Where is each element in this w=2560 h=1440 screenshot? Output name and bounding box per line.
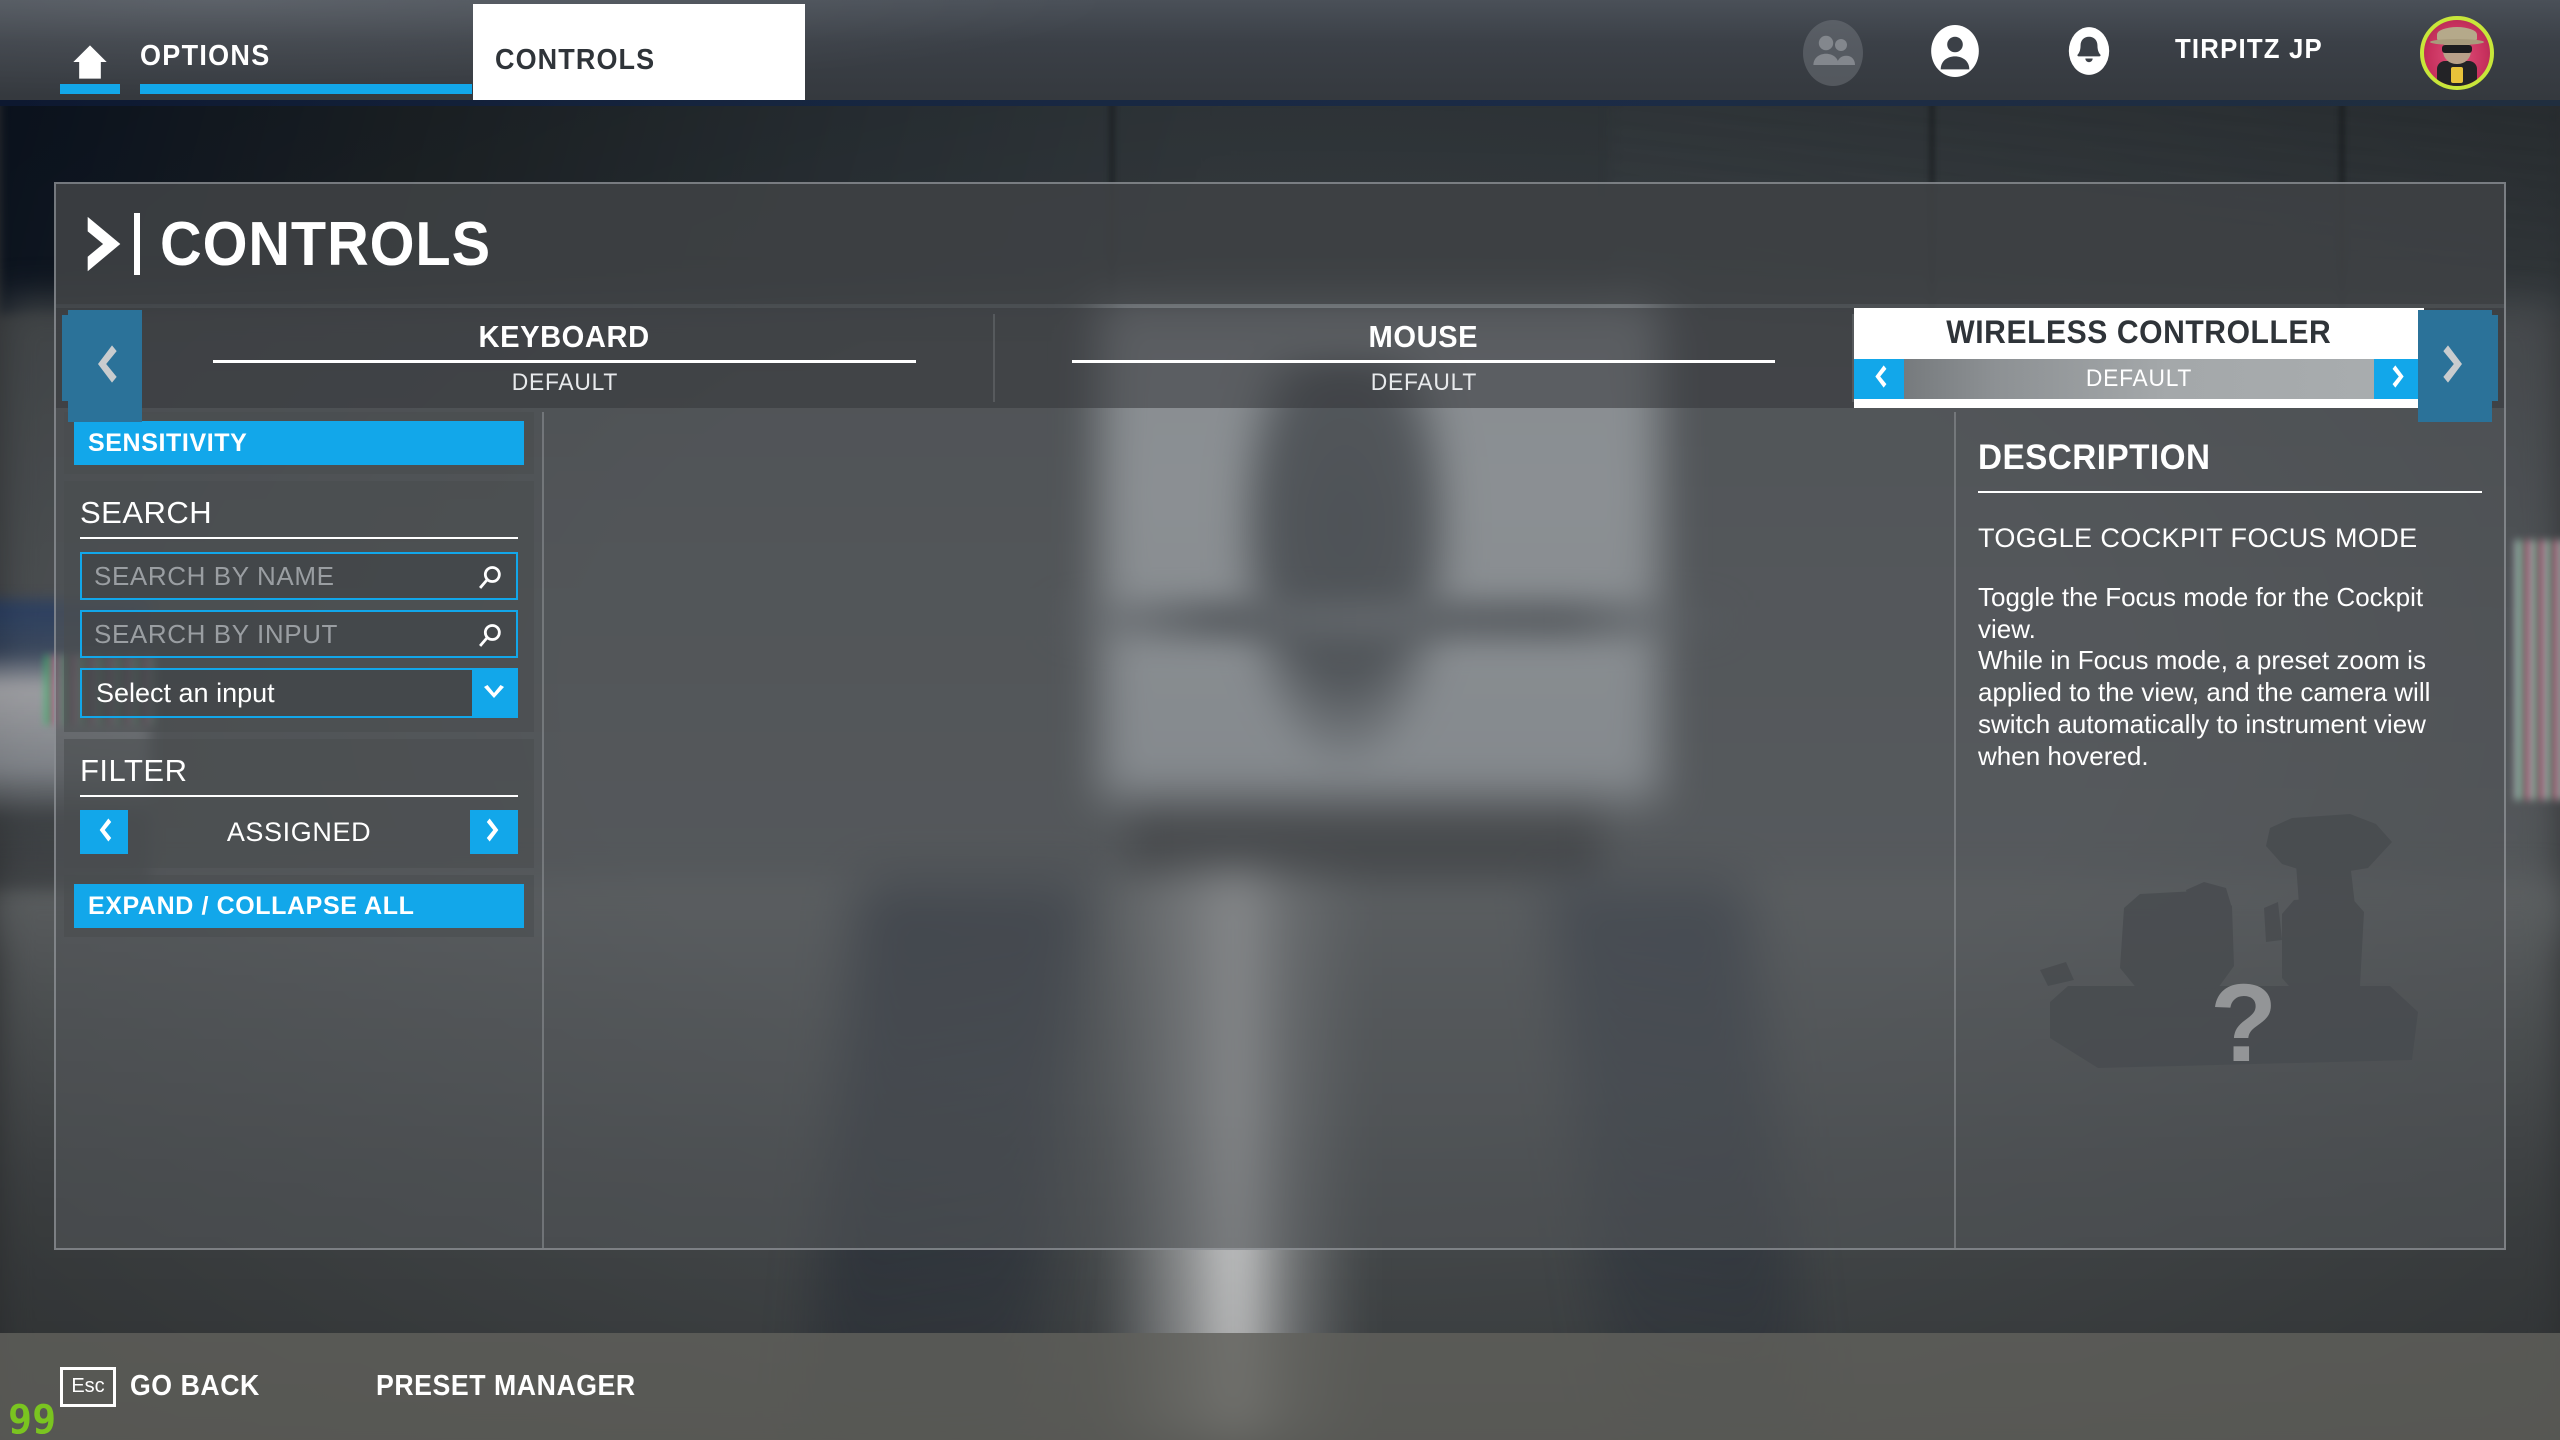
input-select-value: Select an input xyxy=(96,677,275,708)
input-select-dropdown[interactable]: Select an input xyxy=(80,668,518,718)
nav-tab-controls-label: CONTROLS xyxy=(495,44,656,76)
avatar-sunglasses xyxy=(2442,45,2472,53)
expand-collapse-all-label: EXPAND / COLLAPSE ALL xyxy=(88,891,415,920)
device-tab-keyboard[interactable]: KEYBOARD DEFAULT xyxy=(136,314,995,402)
search-by-input-placeholder: SEARCH BY INPUT xyxy=(94,618,339,649)
chevron-right-icon xyxy=(82,215,126,273)
topbar-bottom-strip xyxy=(0,100,2560,106)
chevron-left-icon xyxy=(91,343,119,390)
search-by-name-input[interactable]: SEARCH BY NAME xyxy=(80,552,518,600)
description-binding-name: TOGGLE COCKPIT FOCUS MODE xyxy=(1978,523,2418,553)
filter-value: ASSIGNED xyxy=(226,816,372,847)
description-panel: DESCRIPTION TOGGLE COCKPIT FOCUS MODE To… xyxy=(1956,412,2504,1248)
fps-counter: 99 xyxy=(8,1397,57,1440)
friends-button[interactable] xyxy=(1800,20,1866,86)
device-tab-wireless-controller-name: WIRELESS CONTROLLER xyxy=(1946,314,2332,350)
preset-value: DEFAULT xyxy=(2085,365,2193,392)
description-body-text: Toggle the Focus mode for the Cockpit vi… xyxy=(1978,582,2431,771)
preset-manager-button[interactable]: PRESET MANAGER xyxy=(376,1370,636,1403)
filter-next-button[interactable] xyxy=(470,810,518,854)
description-column: DESCRIPTION TOGGLE COCKPIT FOCUS MODE To… xyxy=(1956,412,2504,1248)
avatar-hat-brim xyxy=(2430,39,2484,45)
next-device-button[interactable] xyxy=(2418,310,2492,422)
chevron-left-icon xyxy=(1871,364,1888,394)
nav-tab-options-label: OPTIONS xyxy=(140,40,271,72)
search-by-input-input[interactable]: SEARCH BY INPUT xyxy=(80,610,518,658)
nav-tab-options[interactable]: OPTIONS xyxy=(140,30,480,106)
title-separator xyxy=(134,213,140,275)
page-title-band: CONTROLS xyxy=(56,184,2504,304)
sensitivity-button-label: SENSITIVITY xyxy=(88,428,248,457)
friends-icon-bg xyxy=(1803,20,1863,86)
device-tab-rule xyxy=(1072,360,1775,363)
bell-icon xyxy=(2067,26,2111,81)
preset-next-button[interactable] xyxy=(2374,359,2424,399)
device-tab-mouse-name: MOUSE xyxy=(1368,319,1479,354)
home-tab-underline xyxy=(60,84,120,94)
expand-collapse-all-button[interactable]: EXPAND / COLLAPSE ALL xyxy=(74,884,524,928)
expand-collapse-panel: EXPAND / COLLAPSE ALL xyxy=(64,875,534,937)
description-header: DESCRIPTION xyxy=(1978,438,2211,477)
device-tab-rule xyxy=(213,360,916,363)
device-tab-mouse[interactable]: MOUSE DEFAULT xyxy=(995,314,1854,402)
bindings-list-area[interactable] xyxy=(542,412,1956,1248)
page-title: CONTROLS xyxy=(160,209,491,279)
controls-body: SENSITIVITY SEARCH SEARCH BY NAME SEARCH… xyxy=(56,412,2504,1248)
device-tab-keyboard-name: KEYBOARD xyxy=(478,319,651,354)
chevron-right-icon xyxy=(2441,343,2469,390)
chevron-right-icon xyxy=(485,817,503,848)
search-by-name-placeholder: SEARCH BY NAME xyxy=(94,560,335,591)
preset-selector: DEFAULT xyxy=(1854,359,2424,399)
nav-tab-controls[interactable]: CONTROLS xyxy=(473,4,805,106)
esc-key-badge: Esc xyxy=(60,1366,116,1407)
filter-panel: FILTER ASSIGNED xyxy=(64,739,534,868)
options-tab-underline xyxy=(140,84,472,94)
filter-header: FILTER xyxy=(80,753,188,788)
sensitivity-button[interactable]: SENSITIVITY xyxy=(74,421,524,465)
filter-stepper: ASSIGNED xyxy=(80,810,518,854)
magnifier-icon xyxy=(476,622,504,650)
search-header: SEARCH xyxy=(80,495,213,530)
device-tab-wireless-controller[interactable]: WIRELESS CONTROLLER DEFAULT xyxy=(1854,308,2424,408)
device-tab-mouse-preset: DEFAULT xyxy=(1370,369,1477,396)
chevron-down-icon[interactable] xyxy=(472,670,516,716)
chevron-left-icon xyxy=(95,817,113,848)
search-panel: SEARCH SEARCH BY NAME SEARCH BY INPUT Se… xyxy=(64,481,534,732)
avatar-shirt-logo xyxy=(2451,67,2463,83)
go-back-button[interactable]: GO BACK xyxy=(130,1370,260,1403)
description-header-rule xyxy=(1978,491,2482,493)
search-header-rule xyxy=(80,537,518,539)
profile-button[interactable] xyxy=(1922,20,1988,86)
chevron-right-icon xyxy=(2391,364,2408,394)
filter-header-rule xyxy=(80,795,518,797)
top-navigation-bar: OPTIONS CONTROLS TIRPITZ JP xyxy=(0,0,2560,106)
bottom-action-bar: Esc GO BACK PRESET MANAGER xyxy=(0,1333,2560,1440)
filter-prev-button[interactable] xyxy=(80,810,128,854)
profile-icon xyxy=(1929,24,1981,82)
controls-menu-frame: CONTROLS KEYBOARD DEFAULT MOUSE DEFAULT … xyxy=(54,182,2506,1250)
magnifier-icon xyxy=(476,564,504,592)
notifications-button[interactable] xyxy=(2056,20,2122,86)
previous-device-button[interactable] xyxy=(68,310,142,422)
preset-prev-button[interactable] xyxy=(1854,359,1904,399)
device-tab-row: KEYBOARD DEFAULT MOUSE DEFAULT WIRELESS … xyxy=(56,308,2504,408)
left-sidebar: SENSITIVITY SEARCH SEARCH BY NAME SEARCH… xyxy=(56,412,542,1248)
device-tab-keyboard-preset: DEFAULT xyxy=(511,369,618,396)
home-button[interactable] xyxy=(50,30,130,106)
user-avatar[interactable] xyxy=(2420,16,2494,90)
username-label: TIRPITZ JP xyxy=(2175,33,2323,64)
home-icon xyxy=(70,42,110,87)
